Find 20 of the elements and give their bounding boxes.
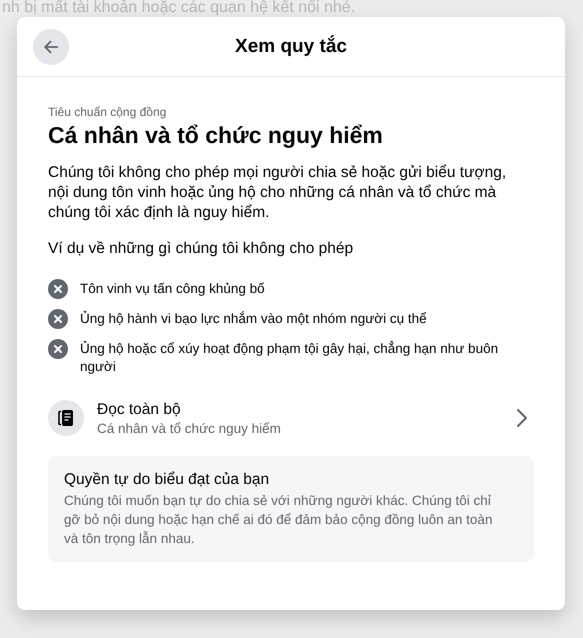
back-arrow-icon xyxy=(42,38,60,56)
read-all-title: Đọc toàn bộ xyxy=(97,400,182,418)
dialog-title: Xem quy tắc xyxy=(235,36,347,58)
read-all-link[interactable]: Đọc toàn bộ Cá nhân và tổ chức nguy hiểm xyxy=(48,400,534,436)
policy-description: Chúng tôi không cho phép mọi người chia sẻ hoặc gửi biểu tượng, nội dung tôn vinh hoặc ủng hộ cho những cá nhân và tổ chức mà chúng tôi xác định là nguy hiểm. xyxy=(48,163,508,223)
cross-icon xyxy=(48,309,68,329)
example-text: Tôn vinh vụ tấn công khủng bố xyxy=(80,280,265,298)
policy-heading: Cá nhân và tổ chức nguy hiểm xyxy=(48,122,384,149)
cross-icon xyxy=(48,339,68,359)
cross-icon xyxy=(48,279,68,299)
info-card-title: Quyền tự do biểu đạt của bạn xyxy=(64,471,270,489)
example-text: Ủng hộ hành vi bạo lực nhắm vào một nhóm người cụ thể xyxy=(80,310,427,328)
info-card-text: Chúng tôi muốn bạn tự do chia sẻ với những người khác. Chúng tôi chỉ gỡ bỏ nội dung hoặc hạn chế ai đó để đảm bảo cộng đồng luôn an toàn và tôn trọng lẫn nhau. xyxy=(64,492,494,548)
example-text: Ủng hộ hoặc cổ xúy hoạt động phạm tội gây hại, chẳng hạn như buôn người xyxy=(80,340,500,376)
category-label: Tiêu chuẩn cộng đồng xyxy=(48,105,168,119)
back-button[interactable] xyxy=(33,29,69,65)
chevron-right-icon xyxy=(516,408,528,428)
document-icon xyxy=(48,400,84,436)
examples-heading: Ví dụ về những gì chúng tôi không cho phép xyxy=(48,239,354,259)
read-all-subtitle: Cá nhân và tổ chức nguy hiểm xyxy=(97,420,282,436)
